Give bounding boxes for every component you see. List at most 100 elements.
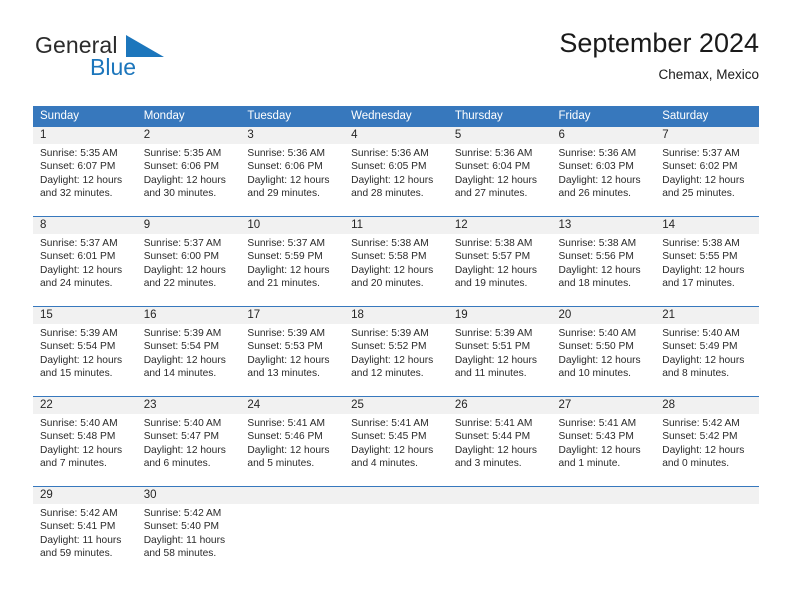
day-number <box>447 487 552 504</box>
sunset-text: Sunset: 5:50 PM <box>558 341 634 353</box>
calendar-week-row: 22 Sunrise: 5:40 AM Sunset: 5:48 PM Dayligh… <box>33 396 759 487</box>
sunset-text: Sunset: 5:52 PM <box>351 341 427 353</box>
sunset-text: Sunset: 6:07 PM <box>40 161 116 173</box>
calendar-day-cell[interactable]: 17 Sunrise: 5:39 AM Sunset: 5:53 PM Dayligh… <box>240 306 345 397</box>
calendar-week-row: 8 Sunrise: 5:37 AM Sunset: 6:01 PM Daylight… <box>33 216 759 307</box>
calendar-day-cell[interactable]: 25 Sunrise: 5:41 AM Sunset: 5:45 PM Dayligh… <box>344 396 448 487</box>
calendar-day-cell[interactable]: 24 Sunrise: 5:41 AM Sunset: 5:46 PM Dayligh… <box>240 396 345 487</box>
sunrise-text: Sunrise: 5:38 AM <box>454 238 533 249</box>
daylight-text-line2: and 14 minutes. <box>143 367 217 379</box>
calendar-day-cell[interactable]: 11 Sunrise: 5:38 AM Sunset: 5:58 PM Dayligh… <box>344 216 448 307</box>
day-number: 2 <box>136 127 241 144</box>
daylight-text-line2: and 10 minutes. <box>558 367 632 379</box>
daylight-text-line1: Daylight: 12 hours <box>662 444 745 456</box>
calendar-day-cell[interactable]: 27 Sunrise: 5:41 AM Sunset: 5:43 PM Dayligh… <box>551 396 656 487</box>
calendar-day-cell[interactable]: 20 Sunrise: 5:40 AM Sunset: 5:50 PM Dayligh… <box>551 306 656 397</box>
sunset-text: Sunset: 5:59 PM <box>247 251 323 263</box>
sunrise-text: Sunrise: 5:36 AM <box>247 148 325 159</box>
daylight-text-line1: Daylight: 12 hours <box>662 264 745 276</box>
day-number: 5 <box>447 127 552 144</box>
sunset-text: Sunset: 6:05 PM <box>351 161 427 173</box>
calendar-day-cell[interactable]: 5 Sunrise: 5:36 AM Sunset: 6:04 PM Daylight… <box>447 127 552 217</box>
day-number: 11 <box>344 217 448 234</box>
sunrise-text: Sunrise: 5:40 AM <box>558 328 637 339</box>
daylight-text-line1: Daylight: 12 hours <box>247 174 330 186</box>
calendar-day-cell[interactable]: 6 Sunrise: 5:36 AM Sunset: 6:03 PM Daylight… <box>551 127 656 217</box>
page-header: General Blue September 2024 Chemax, Mexi… <box>33 28 759 98</box>
day-number: 4 <box>344 127 448 144</box>
calendar-day-cell[interactable]: 7 Sunrise: 5:37 AM Sunset: 6:02 PM Daylight… <box>655 127 759 217</box>
calendar-day-cell[interactable]: 2 Sunrise: 5:35 AM Sunset: 6:06 PM Daylight… <box>136 127 241 217</box>
sunset-text: Sunset: 5:40 PM <box>143 521 220 533</box>
calendar-day-cell[interactable]: 23 Sunrise: 5:40 AM Sunset: 5:47 PM Dayligh… <box>136 396 241 487</box>
sunrise-text: Sunrise: 5:41 AM <box>247 418 325 429</box>
daylight-text-line2: and 13 minutes. <box>247 367 320 379</box>
sunset-text: Sunset: 6:06 PM <box>143 161 220 173</box>
sunset-text: Sunset: 6:06 PM <box>247 161 323 173</box>
sunset-text: Sunset: 6:00 PM <box>143 251 220 263</box>
daylight-text-line2: and 4 minutes. <box>351 457 418 469</box>
day-number: 27 <box>551 397 656 414</box>
daylight-text-line1: Daylight: 12 hours <box>247 354 330 366</box>
daylight-text-line1: Daylight: 12 hours <box>247 444 330 456</box>
daylight-text-line1: Daylight: 11 hours <box>40 534 122 546</box>
daylight-text-line1: Daylight: 12 hours <box>40 174 123 186</box>
calendar-day-cell[interactable]: 22 Sunrise: 5:40 AM Sunset: 5:48 PM Dayligh… <box>33 396 137 487</box>
calendar-day-cell[interactable]: 19 Sunrise: 5:39 AM Sunset: 5:51 PM Dayligh… <box>447 306 552 397</box>
daylight-text-line1: Daylight: 12 hours <box>40 444 123 456</box>
day-number: 25 <box>344 397 448 414</box>
calendar-day-cell-empty <box>655 486 759 576</box>
calendar-day-cell[interactable]: 3 Sunrise: 5:36 AM Sunset: 6:06 PM Daylight… <box>240 127 345 217</box>
daylight-text-line1: Daylight: 12 hours <box>558 264 641 276</box>
calendar-day-cell[interactable]: 9 Sunrise: 5:37 AM Sunset: 6:00 PM Daylight… <box>136 216 241 307</box>
day-number: 28 <box>655 397 759 414</box>
calendar-day-cell[interactable]: 30 Sunrise: 5:42 AM Sunset: 5:40 PM Dayligh… <box>136 486 241 576</box>
sunrise-text: Sunrise: 5:39 AM <box>247 328 325 339</box>
day-number <box>344 487 448 504</box>
sunset-text: Sunset: 6:04 PM <box>454 161 531 173</box>
general-blue-logo[interactable]: General Blue <box>33 34 233 90</box>
sunrise-text: Sunrise: 5:39 AM <box>351 328 429 339</box>
calendar-table: Sunday Monday Tuesday Wednesday Thursday… <box>33 106 759 576</box>
day-number: 26 <box>447 397 552 414</box>
sunrise-text: Sunrise: 5:41 AM <box>558 418 637 429</box>
calendar-day-cell[interactable]: 4 Sunrise: 5:36 AM Sunset: 6:05 PM Daylight… <box>344 127 448 217</box>
sunset-text: Sunset: 5:45 PM <box>351 431 427 443</box>
calendar-day-cell[interactable]: 21 Sunrise: 5:40 AM Sunset: 5:49 PM Dayligh… <box>655 306 759 397</box>
weekday-header-tuesday: Tuesday <box>240 106 345 127</box>
calendar-day-cell[interactable]: 16 Sunrise: 5:39 AM Sunset: 5:54 PM Dayligh… <box>136 306 241 397</box>
calendar-day-cell[interactable]: 14 Sunrise: 5:38 AM Sunset: 5:55 PM Dayligh… <box>655 216 759 307</box>
calendar-day-cell[interactable]: 26 Sunrise: 5:41 AM Sunset: 5:44 PM Dayligh… <box>447 396 552 487</box>
sunrise-text: Sunrise: 5:36 AM <box>351 148 429 159</box>
daylight-text-line2: and 22 minutes. <box>143 277 217 289</box>
calendar-day-cell[interactable]: 1 Sunrise: 5:35 AM Sunset: 6:07 PM Daylight… <box>33 127 137 217</box>
brand-name-blue: Blue <box>90 54 137 80</box>
calendar-day-cell[interactable]: 10 Sunrise: 5:37 AM Sunset: 5:59 PM Dayligh… <box>240 216 345 307</box>
day-number: 17 <box>240 307 345 324</box>
sunset-text: Sunset: 5:48 PM <box>40 431 116 443</box>
calendar-day-cell[interactable]: 8 Sunrise: 5:37 AM Sunset: 6:01 PM Daylight… <box>33 216 137 307</box>
daylight-text-line2: and 6 minutes. <box>143 457 211 469</box>
daylight-text-line2: and 7 minutes. <box>40 457 107 469</box>
calendar-day-cell[interactable]: 18 Sunrise: 5:39 AM Sunset: 5:52 PM Dayligh… <box>344 306 448 397</box>
calendar-day-cell[interactable]: 28 Sunrise: 5:42 AM Sunset: 5:42 PM Dayligh… <box>655 396 759 487</box>
daylight-text-line1: Daylight: 12 hours <box>40 354 123 366</box>
day-number <box>655 487 759 504</box>
sunrise-text: Sunrise: 5:39 AM <box>40 328 118 339</box>
weekday-header-row: Sunday Monday Tuesday Wednesday Thursday… <box>33 106 759 127</box>
calendar-day-cell[interactable]: 29 Sunrise: 5:42 AM Sunset: 5:41 PM Dayligh… <box>33 486 137 576</box>
sunrise-text: Sunrise: 5:42 AM <box>143 508 222 519</box>
sunrise-text: Sunrise: 5:36 AM <box>558 148 637 159</box>
sunset-text: Sunset: 5:54 PM <box>40 341 116 353</box>
day-number: 3 <box>240 127 345 144</box>
daylight-text-line1: Daylight: 12 hours <box>351 264 434 276</box>
daylight-text-line1: Daylight: 12 hours <box>454 264 537 276</box>
calendar-week-row: 15 Sunrise: 5:39 AM Sunset: 5:54 PM Dayligh… <box>33 306 759 397</box>
calendar-day-cell[interactable]: 13 Sunrise: 5:38 AM Sunset: 5:56 PM Dayligh… <box>551 216 656 307</box>
calendar-day-cell[interactable]: 15 Sunrise: 5:39 AM Sunset: 5:54 PM Dayligh… <box>33 306 137 397</box>
weekday-header-friday: Friday <box>551 106 656 127</box>
day-number: 23 <box>136 397 241 414</box>
calendar-day-cell[interactable]: 12 Sunrise: 5:38 AM Sunset: 5:57 PM Dayligh… <box>447 216 552 307</box>
daylight-text-line1: Daylight: 12 hours <box>143 354 226 366</box>
daylight-text-line2: and 27 minutes. <box>454 187 528 199</box>
